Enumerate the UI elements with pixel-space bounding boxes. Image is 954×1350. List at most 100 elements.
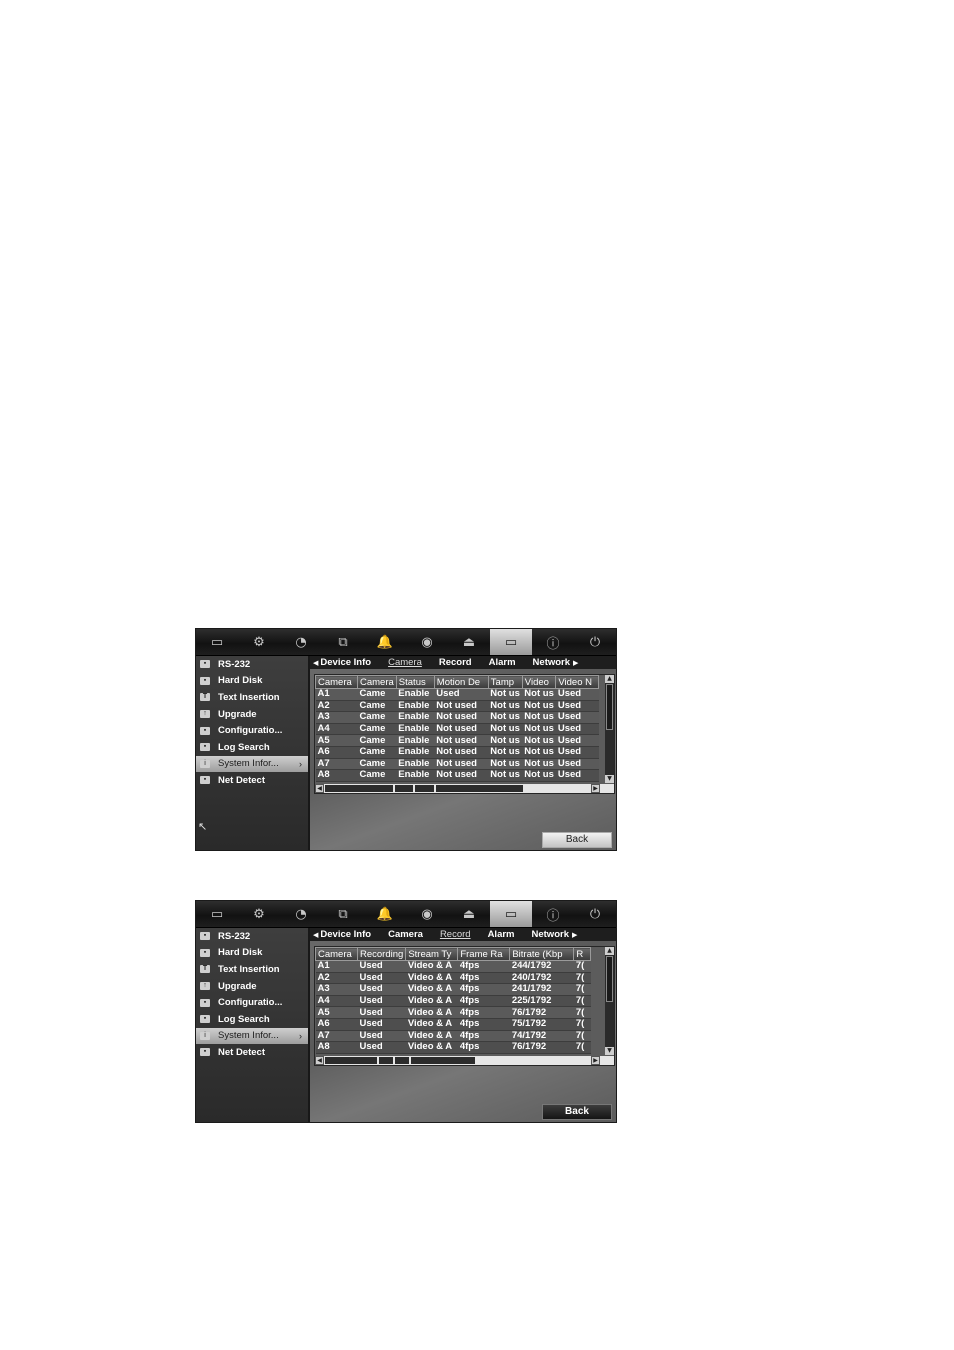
scroll-down-icon[interactable]: ▼ bbox=[605, 1047, 614, 1055]
column-header[interactable]: Video N bbox=[556, 676, 599, 689]
horizontal-scrollbar[interactable]: ◀▶ bbox=[315, 1056, 614, 1065]
column-header[interactable]: Video bbox=[522, 676, 556, 689]
table-row[interactable]: A5UsedVideo & A4fps76/17927( bbox=[316, 1007, 591, 1019]
sidebar-item-upgrade[interactable]: ↑Upgrade bbox=[196, 706, 308, 723]
sidebar-item-net-detect[interactable]: ▪Net Detect bbox=[196, 1044, 308, 1061]
sidebar-item-text-insertion[interactable]: TText Insertion bbox=[196, 689, 308, 706]
table-row[interactable]: A2CameEnableNot usedNot usNot usUsed bbox=[316, 700, 599, 712]
table-row[interactable]: A7UsedVideo & A4fps74/17927( bbox=[316, 1030, 591, 1042]
user-icon[interactable]: ⏏ bbox=[448, 901, 490, 927]
column-header[interactable]: Camera bbox=[316, 948, 358, 961]
table-row[interactable]: A3UsedVideo & A4fps241/17927( bbox=[316, 984, 591, 996]
sidebar-item-configuration[interactable]: ▪Configuratio... bbox=[196, 994, 308, 1011]
sidebar-item-hard-disk[interactable]: ▪Hard Disk bbox=[196, 945, 308, 962]
scroll-thumb[interactable] bbox=[325, 785, 523, 792]
sidebar-item-rs232[interactable]: ▪RS-232 bbox=[196, 928, 308, 945]
table-row[interactable]: A6UsedVideo & A4fps75/17927( bbox=[316, 1018, 591, 1030]
table-row[interactable]: A5CameEnableNot usedNot usNot usUsed bbox=[316, 735, 599, 747]
column-header[interactable]: Frame Ra bbox=[458, 948, 510, 961]
device-icon[interactable]: ▭ bbox=[490, 901, 532, 927]
tab-next-icon[interactable]: ▶ bbox=[573, 659, 578, 667]
scroll-right-icon[interactable]: ▶ bbox=[591, 1056, 600, 1065]
table-row[interactable]: A3CameEnableNot usedNot usNot usUsed bbox=[316, 712, 599, 724]
scroll-up-icon[interactable]: ▲ bbox=[605, 675, 614, 683]
scroll-left-icon[interactable]: ◀ bbox=[315, 1056, 324, 1065]
scroll-thumb[interactable] bbox=[325, 1057, 475, 1064]
table-row[interactable]: A6CameEnableNot usedNot usNot usUsed bbox=[316, 746, 599, 758]
table-row[interactable]: A4CameEnableNot usedNot usNot usUsed bbox=[316, 723, 599, 735]
clock-icon[interactable]: ◔ bbox=[280, 629, 322, 655]
alarm-bell-icon[interactable]: 🔔 bbox=[364, 629, 406, 655]
sidebar-item-text-insertion[interactable]: TText Insertion bbox=[196, 961, 308, 978]
tab-alarm[interactable]: Alarm bbox=[489, 657, 516, 668]
tab-record[interactable]: Record bbox=[440, 929, 471, 940]
sidebar-item-upgrade[interactable]: ↑Upgrade bbox=[196, 978, 308, 995]
sidebar-item-system-info[interactable]: iSystem Infor...› bbox=[196, 1028, 308, 1045]
scroll-right-icon[interactable]: ▶ bbox=[591, 784, 600, 793]
sidebar-item-net-detect[interactable]: ▪Net Detect bbox=[196, 772, 308, 789]
clock-icon[interactable]: ◔ bbox=[280, 901, 322, 927]
column-header[interactable]: Tamp bbox=[488, 676, 522, 689]
back-button[interactable]: Back bbox=[542, 1104, 612, 1120]
sidebar-item-hard-disk[interactable]: ▪Hard Disk bbox=[196, 673, 308, 690]
horizontal-scrollbar[interactable]: ◀▶ bbox=[315, 784, 614, 793]
scroll-up-icon[interactable]: ▲ bbox=[605, 947, 614, 955]
sidebar-item-system-info[interactable]: iSystem Infor...› bbox=[196, 756, 308, 773]
column-header[interactable]: Stream Ty bbox=[406, 948, 458, 961]
column-header[interactable]: Recording bbox=[358, 948, 406, 961]
sidebar-item-label: Hard Disk bbox=[218, 675, 262, 686]
tab-alarm[interactable]: Alarm bbox=[488, 929, 515, 940]
monitor-icon[interactable]: ▭ bbox=[196, 629, 238, 655]
info-icon[interactable]: ⓘ bbox=[532, 901, 574, 927]
table-row[interactable]: A8CameEnableNot usedNot usNot usUsed bbox=[316, 770, 599, 782]
scroll-thumb[interactable] bbox=[606, 956, 613, 1002]
column-header[interactable]: Camera bbox=[358, 676, 397, 689]
column-header[interactable]: Bitrate (Kbp bbox=[510, 948, 574, 961]
column-header[interactable]: R bbox=[574, 948, 591, 961]
tab-prev-icon[interactable]: ◀ bbox=[313, 659, 318, 667]
table-row[interactable]: A1CameEnableUsedNot usNot usUsed bbox=[316, 689, 599, 701]
power-icon[interactable]: ⏻ bbox=[574, 629, 616, 655]
power-icon[interactable]: ⏻ bbox=[574, 901, 616, 927]
table-row[interactable]: A2UsedVideo & A4fps240/17927( bbox=[316, 972, 591, 984]
vertical-scrollbar[interactable]: ▲▼ bbox=[605, 675, 614, 783]
tab-network[interactable]: Network bbox=[533, 657, 570, 668]
alarm-bell-icon[interactable]: 🔔 bbox=[364, 901, 406, 927]
monitor-icon[interactable]: ▭ bbox=[196, 901, 238, 927]
tab-camera[interactable]: Camera bbox=[388, 657, 422, 668]
scroll-down-icon[interactable]: ▼ bbox=[605, 775, 614, 783]
user-icon[interactable]: ⏏ bbox=[448, 629, 490, 655]
column-header[interactable]: Camera bbox=[316, 676, 358, 689]
back-button[interactable]: Back bbox=[542, 832, 612, 848]
scroll-thumb[interactable] bbox=[606, 684, 613, 730]
column-header[interactable]: Motion De bbox=[434, 676, 488, 689]
table-cell: Used bbox=[358, 972, 406, 984]
tab-prev-icon[interactable]: ◀ bbox=[313, 931, 318, 939]
tab-device-info[interactable]: Device Info bbox=[320, 657, 371, 668]
sidebar-item-log-search[interactable]: ▪Log Search bbox=[196, 739, 308, 756]
sidebar-item-rs232[interactable]: ▪RS-232 bbox=[196, 656, 308, 673]
sidebar-item-configuration[interactable]: ▪Configuratio... bbox=[196, 722, 308, 739]
table-row[interactable]: A4UsedVideo & A4fps225/17927( bbox=[316, 995, 591, 1007]
ptz-dome-icon[interactable]: ◉ bbox=[406, 629, 448, 655]
scroll-left-icon[interactable]: ◀ bbox=[315, 784, 324, 793]
tab-camera[interactable]: Camera bbox=[388, 929, 423, 940]
device-icon[interactable]: ▭ bbox=[490, 629, 532, 655]
tab-next-icon[interactable]: ▶ bbox=[572, 931, 577, 939]
camera-icon[interactable]: ⚙ bbox=[238, 901, 280, 927]
sidebar-item-log-search[interactable]: ▪Log Search bbox=[196, 1011, 308, 1028]
vertical-scrollbar[interactable]: ▲▼ bbox=[605, 947, 614, 1055]
network-icon[interactable]: ⧉ bbox=[322, 901, 364, 927]
ptz-dome-icon[interactable]: ◉ bbox=[406, 901, 448, 927]
tab-device-info[interactable]: Device Info bbox=[320, 929, 371, 940]
table-row[interactable]: A8UsedVideo & A4fps76/17927( bbox=[316, 1042, 591, 1054]
table-row[interactable]: A7CameEnableNot usedNot usNot usUsed bbox=[316, 758, 599, 770]
camera-icon[interactable]: ⚙ bbox=[238, 629, 280, 655]
network-icon[interactable]: ⧉ bbox=[322, 629, 364, 655]
info-icon[interactable]: ⓘ bbox=[532, 629, 574, 655]
table-row[interactable]: A1UsedVideo & A4fps244/17927( bbox=[316, 961, 591, 973]
column-header[interactable]: Status bbox=[396, 676, 434, 689]
tab-record[interactable]: Record bbox=[439, 657, 472, 668]
tab-network[interactable]: Network bbox=[532, 929, 569, 940]
table-cell: Not us bbox=[522, 770, 556, 782]
